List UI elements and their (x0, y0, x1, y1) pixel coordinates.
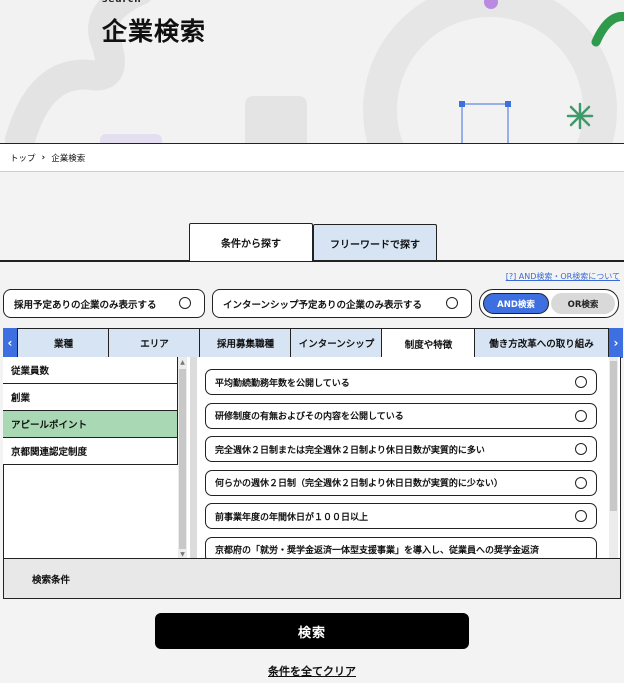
breadcrumb-home-link[interactable]: トップ (10, 152, 36, 164)
category-tabs: ‹ 業種 エリア 採用募集職種 インターンシップ 制度や特徴 働き方改革への取り… (0, 328, 624, 358)
category-tab-internship[interactable]: インターンシップ (290, 328, 383, 358)
page-title: 企業検索 (102, 17, 207, 46)
option-label: 前事業年度の年間休日が１００日以上 (215, 512, 369, 523)
subcategory-scrollbar[interactable]: ▲ ▼ (178, 357, 187, 560)
category-tab-job-type[interactable]: 採用募集職種 (199, 328, 292, 358)
hiring-only-label: 採用予定ありの企業のみ表示する (14, 299, 157, 311)
subcategory-employees[interactable]: 従業員数 (3, 357, 178, 384)
option-item[interactable]: 研修制度の有無およびその内容を公開している (205, 402, 597, 429)
option-label: 京都府の「就労・奨学金返済一体型支援事業」を導入し、従業員への奨学金返済 (215, 546, 540, 556)
and-search-option[interactable]: AND検索 (483, 293, 549, 314)
radio-icon (575, 376, 587, 388)
and-or-switch: AND検索 OR検索 (479, 289, 619, 318)
subcategory-list: 従業員数 創業 アピールポイント 京都関連認定制度 (3, 357, 178, 465)
feature-option-list: 平均勤続勤務年数を公開している 研修制度の有無およびその内容を公開している 完全… (205, 369, 597, 570)
and-or-help-link[interactable]: [?] AND検索・OR検索について (506, 271, 620, 282)
category-tab-area[interactable]: エリア (108, 328, 201, 358)
clear-all-conditions-link[interactable]: 条件を全てクリア (0, 663, 624, 679)
internship-only-toggle[interactable]: インターンシップ予定ありの企業のみ表示する (212, 289, 472, 318)
hero-kicker: search (102, 0, 142, 5)
option-item[interactable]: 完全週休２日制または完全週休２日制より休日日数が実質的に多い (205, 436, 597, 462)
radio-icon (575, 476, 587, 489)
category-tab-system-features[interactable]: 制度や特徴 (381, 328, 476, 358)
radio-icon (575, 443, 587, 455)
scrollbar-thumb[interactable] (179, 369, 186, 549)
option-label: 研修制度の有無およびその内容を公開している (215, 412, 404, 422)
option-item[interactable]: 何らかの週休２日制（完全週休２日制より休日日数が実質的に少ない） (205, 469, 597, 496)
option-label: 平均勤続勤務年数を公開している (215, 378, 350, 389)
search-conditions-bar: 検索条件 (3, 558, 621, 599)
scroll-down-icon[interactable]: ▼ (178, 551, 187, 558)
subcategory-founding[interactable]: 創業 (3, 384, 178, 411)
hiring-only-toggle[interactable]: 採用予定ありの企業のみ表示する (3, 289, 205, 318)
internship-only-label: インターンシップ予定ありの企業のみ表示する (223, 299, 423, 311)
category-tab-industry[interactable]: 業種 (17, 328, 110, 358)
search-button[interactable]: 検索 (155, 613, 469, 649)
or-search-option[interactable]: OR検索 (551, 293, 615, 314)
radio-icon (446, 297, 458, 309)
chevron-right-icon[interactable]: › (609, 328, 623, 358)
breadcrumb-current: 企業検索 (51, 153, 86, 164)
tab-condition-search[interactable]: 条件から探す (189, 223, 313, 261)
radio-icon (575, 510, 587, 522)
scrollbar-thumb[interactable] (610, 361, 617, 511)
subcategory-kyoto-certification[interactable]: 京都関連認定制度 (3, 438, 178, 465)
panel-divider (190, 357, 197, 560)
hero-banner: search 企業検索 (0, 0, 624, 143)
hero-decoration (5, 0, 624, 143)
chevron-right-icon: › (41, 152, 46, 163)
option-label: 完全週休２日制または完全週休２日制より休日日数が実質的に多い (215, 445, 485, 456)
chevron-left-icon[interactable]: ‹ (3, 328, 17, 358)
options-scrollbar[interactable] (609, 357, 618, 560)
tab-freeword-search[interactable]: フリーワードで探す (313, 224, 437, 261)
breadcrumb: トップ › 企業検索 (0, 143, 624, 172)
option-item[interactable]: 平均勤続勤務年数を公開している (205, 369, 597, 395)
category-tab-work-style-reform[interactable]: 働き方改革への取り組み (474, 328, 609, 358)
option-label: 何らかの週休２日制（完全週休２日制より休日日数が実質的に少ない） (215, 479, 503, 489)
radio-icon (179, 297, 191, 309)
search-conditions-label: 検索条件 (32, 574, 71, 586)
scroll-up-icon[interactable]: ▲ (178, 359, 187, 366)
radio-icon (575, 409, 587, 422)
subcategory-appeal-points[interactable]: アピールポイント (3, 411, 178, 438)
option-item[interactable]: 前事業年度の年間休日が１００日以上 (205, 503, 597, 529)
